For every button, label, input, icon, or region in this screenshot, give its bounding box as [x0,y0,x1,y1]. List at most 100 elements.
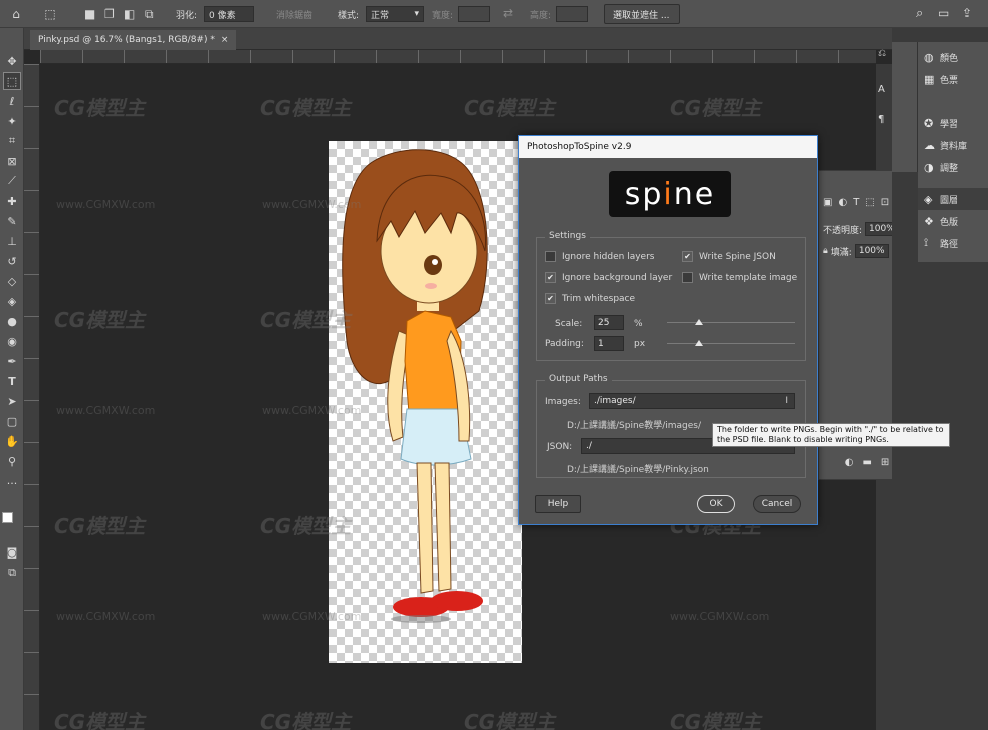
dialog-title[interactable]: PhotoshopToSpine v2.9 [519,136,817,158]
antialias-checkbox-label[interactable]: 消除鋸齒 [276,8,312,21]
dock-item-paths[interactable]: ⟟ 路徑 [918,232,988,254]
horizontal-ruler[interactable] [40,50,876,64]
cancel-button[interactable]: Cancel [753,495,801,513]
dock-item-channels[interactable]: ❖ 色版 [918,210,988,232]
subtract-selection-icon[interactable]: ◧ [124,0,135,28]
ok-button[interactable]: OK [697,495,735,513]
foreground-color-swatch[interactable] [2,512,13,523]
pen-tool-icon[interactable]: ✒ [3,352,21,370]
checkbox-label: Trim whitespace [562,293,636,304]
filter-image-icon[interactable]: ▣ [823,197,832,213]
gradient-tool-icon[interactable]: ◈ [3,292,21,310]
paragraph-panel-icon[interactable]: ¶ [878,114,884,125]
height-input[interactable] [556,6,588,22]
watermark-url: www.CGMXW.com [262,404,362,417]
screen-mode-icon[interactable]: ⧉ [3,564,21,582]
new-selection-icon[interactable]: ■ [84,0,95,28]
chevron-down-icon: ▾ [414,9,419,19]
ignore-background-layer-checkbox[interactable]: ✔ Ignore background layer [545,272,672,283]
ignore-hidden-layers-checkbox[interactable]: Ignore hidden layers [545,251,654,262]
add-selection-icon[interactable]: ❐ [104,0,115,28]
json-resolved-path: D:/上課講議/Spine教學/Pinky.json [567,465,709,475]
brush-tool-icon[interactable]: ✎ [3,212,21,230]
vertical-ruler[interactable] [24,64,40,730]
help-button[interactable]: Help [535,495,581,513]
filter-type-icon[interactable]: T [853,197,859,213]
lock-icon[interactable]: 🔒︎ [823,246,828,256]
lasso-tool-icon[interactable]: ℓ [3,92,21,110]
shape-tool-icon[interactable]: ▢ [3,412,21,430]
filter-adjust-icon[interactable]: ◐ [838,197,847,213]
padding-input[interactable]: 1 [594,336,624,351]
frame-tool-icon[interactable]: ⊠ [3,152,21,170]
dock-item-adjustments[interactable]: ◑ 調整 [918,156,988,178]
dock-item-layers[interactable]: ◈ 圖層 [918,188,988,210]
write-template-image-checkbox[interactable]: Write template image [682,272,797,283]
type-tool-icon[interactable]: T [3,372,21,390]
style-select[interactable]: 正常 ▾ [366,6,424,22]
healing-tool-icon[interactable]: ✚ [3,192,21,210]
search-icon[interactable]: ⌕ [916,6,923,21]
write-spine-json-checkbox[interactable]: ✔ Write Spine JSON [682,251,776,262]
images-label: Images: [545,397,581,407]
padding-slider[interactable] [667,339,795,349]
photoshop-to-spine-dialog: PhotoshopToSpine v2.9 sp i ne Settings Ign… [518,135,818,525]
blur-tool-icon[interactable]: ● [3,312,21,330]
scale-input[interactable]: 25 [594,315,624,330]
fill-input[interactable]: 100% [854,244,889,258]
dock-item-label: 資料庫 [940,141,968,152]
close-icon[interactable]: × [221,35,229,45]
slider-knob[interactable] [695,340,703,346]
select-and-mask-button[interactable]: 選取並遮住 ... [604,4,680,24]
history-brush-tool-icon[interactable]: ↺ [3,252,21,270]
feather-input[interactable]: 0 像素 [204,6,254,22]
move-tool-icon[interactable]: ✥ [3,52,21,70]
slider-knob[interactable] [695,319,703,325]
zoom-tool-icon[interactable]: ⚲ [3,452,21,470]
eyedropper-tool-icon[interactable]: ⟋ [3,172,21,190]
filter-smart-icon[interactable]: ⊡ [881,197,889,213]
dock-item-libraries[interactable]: ☁ 資料庫 [918,134,988,156]
home-icon[interactable]: ⌂ [8,0,24,28]
stamp-tool-icon[interactable]: ⊥ [3,232,21,250]
hand-tool-icon[interactable]: ✋ [3,432,21,450]
magic-wand-tool-icon[interactable]: ✦ [3,112,21,130]
character-panel-icon[interactable]: A [878,84,885,95]
workspace-icon[interactable]: ▭ [938,6,949,20]
crop-tool-icon[interactable]: ⌗ [3,132,21,150]
checkbox-box [545,251,556,262]
eraser-tool-icon[interactable]: ◇ [3,272,21,290]
new-group-icon[interactable]: ▬ [862,457,871,473]
scale-slider[interactable] [667,318,795,328]
adjustment-layer-icon[interactable]: ◐ [845,457,854,473]
quick-mask-icon[interactable]: ◙ [3,543,21,561]
width-input[interactable] [458,6,490,22]
new-layer-icon[interactable]: ⊞ [881,457,889,473]
text-cursor-icon: Ⅰ [785,396,788,406]
watermark-logo: CG模型主 [260,514,352,538]
path-select-tool-icon[interactable]: ➤ [3,392,21,410]
marquee-tool-icon[interactable]: ⬚ [3,72,21,90]
history-panel-icon[interactable]: ⎌ [878,48,886,59]
dock-item-label: 色票 [940,75,959,86]
logo-text: sp [624,176,664,212]
share-icon[interactable]: ⇪ [962,6,972,20]
dock-item-learn[interactable]: ✪ 學習 [918,112,988,134]
watermark-logo: CG模型主 [54,710,146,730]
intersect-selection-icon[interactable]: ⧉ [145,0,154,28]
dodge-tool-icon[interactable]: ◉ [3,332,21,350]
document-canvas[interactable] [329,141,522,663]
dock-item-color[interactable]: ◍ 顏色 [918,46,988,68]
dock-item-label: 色版 [940,217,959,228]
scale-label: Scale: [555,319,583,329]
dock-item-swatches[interactable]: ▦ 色票 [918,68,988,90]
filter-shape-icon[interactable]: ⬚ [865,197,874,213]
watermark-logo: CG模型主 [464,710,556,730]
swap-icon[interactable]: ⇄ [503,6,513,20]
images-path-tooltip: The folder to write PNGs. Begin with "./… [712,423,950,447]
document-tab[interactable]: Pinky.psd @ 16.7% (Bangs1, RGB/8#) * × [30,30,237,50]
more-tools-icon[interactable]: ··· [3,474,21,492]
trim-whitespace-checkbox[interactable]: ✔ Trim whitespace [545,293,635,304]
marquee-tool-preset-icon[interactable]: ⬚ [40,0,60,28]
images-path-input[interactable]: ./images/ Ⅰ [589,393,795,409]
